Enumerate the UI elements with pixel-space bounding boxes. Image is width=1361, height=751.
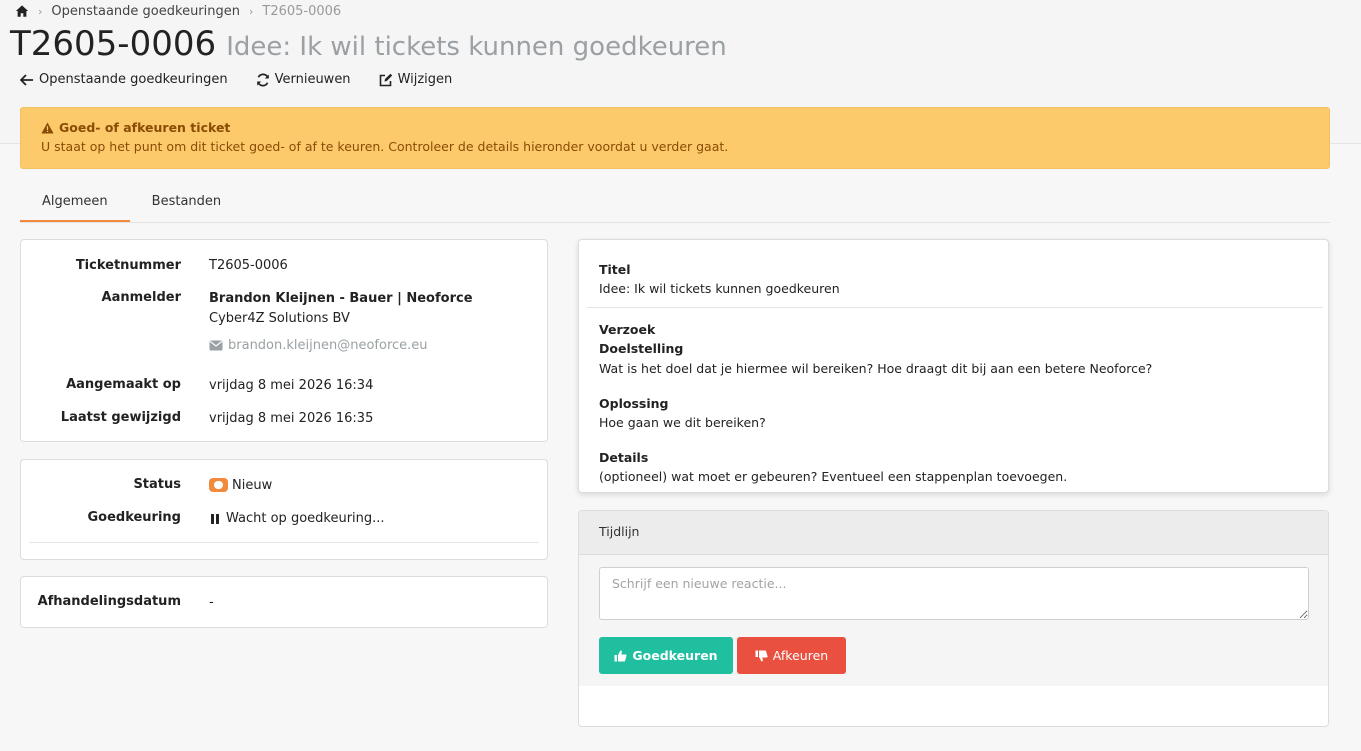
aanmelder-email-link[interactable]: brandon.kleijnen@neoforce.eu [209,338,428,353]
arrow-left-icon [20,73,33,86]
pause-icon [211,513,219,524]
titel-value: Idee: Ik wil tickets kunnen goedkeuren [599,281,840,296]
refresh-button-label: Vernieuwen [274,72,351,87]
ticketnummer-value: T2605-0006 [209,258,288,273]
afhandeling-value: - [209,595,214,610]
request-card: Titel Idee: Ik wil tickets kunnen goedke… [578,239,1329,493]
home-icon[interactable] [15,4,29,18]
reaction-textarea[interactable] [599,567,1309,620]
aanmelder-name: Brandon Kleijnen - Bauer | Neoforce [209,291,473,306]
afhandeling-card: Afhandelingsdatum - [20,576,548,628]
aanmelder-company: Cyber4Z Solutions BV [209,311,350,326]
approve-button-label: Goedkeuren [632,648,718,663]
status-label: Status [133,477,181,492]
alert-title: Goed- of afkeuren ticket [59,120,231,135]
breadcrumb: › Openstaande goedkeuringen › T2605-0006 [15,3,341,19]
ticket-title-subtitle: Idee: Ik wil tickets kunnen goedkeuren [226,32,727,62]
oplossing-label: Oplossing [599,396,669,411]
aangemaakt-label: Aangemaakt op [66,377,181,392]
ticketnummer-label: Ticketnummer [75,258,181,273]
details-value: (optioneel) wat moet er gebeuren? Eventu… [599,469,1068,484]
status-toggle-icon [209,477,228,492]
aanmelder-label: Aanmelder [101,290,181,305]
envelope-icon [209,340,223,351]
goedkeuring-value: Wacht op goedkeuring... [209,511,385,526]
ticket-details-card: Ticketnummer T2605-0006 Aanmelder Brando… [20,239,548,442]
afhandeling-label: Afhandelingsdatum [37,594,181,609]
verzoek-label: Verzoek [599,322,656,337]
approve-button[interactable]: Goedkeuren [599,637,733,674]
status-card: Status Nieuw Goedkeuring Wacht op goedke… [20,459,548,560]
oplossing-value: Hoe gaan we dit bereiken? [599,415,766,430]
aangemaakt-value: vrijdag 8 mei 2026 16:34 [209,378,374,393]
back-button[interactable]: Openstaande goedkeuringen [20,72,228,87]
page-title: T2605-0006 Idee: Ik wil tickets kunnen g… [10,24,727,64]
tab-bestanden[interactable]: Bestanden [130,186,243,222]
edit-icon [379,73,392,86]
tab-algemeen[interactable]: Algemeen [20,186,130,222]
action-bar: Openstaande goedkeuringen Vernieuwen Wij… [20,72,480,87]
thumbs-up-icon [614,650,628,661]
status-divider [29,542,539,543]
reject-button-label: Afkeuren [772,648,829,663]
titel-label: Titel [599,262,631,277]
alert-message: U staat op het punt om dit ticket goed- … [41,139,729,154]
aanmelder-email: brandon.kleijnen@neoforce.eu [228,338,428,353]
ticket-number-title: T2605-0006 [10,24,217,64]
details-label: Details [599,450,649,465]
gewijzigd-value: vrijdag 8 mei 2026 16:35 [209,411,374,426]
breadcrumb-current: T2605-0006 [262,3,342,19]
warning-alert: Goed- of afkeuren ticket U staat op het … [20,107,1330,169]
timeline-body: Goedkeuren Afkeuren [579,555,1328,686]
breadcrumb-parent[interactable]: Openstaande goedkeuringen [51,4,240,19]
gewijzigd-label: Laatst gewijzigd [60,410,181,425]
request-divider [587,307,1323,308]
edit-button-label: Wijzigen [397,72,453,87]
warning-triangle-icon [41,122,54,133]
goedkeuring-label: Goedkeuring [87,510,181,525]
edit-button[interactable]: Wijzigen [379,72,453,87]
doelstelling-label: Doelstelling [599,341,684,356]
timeline-header: Tijdlijn [579,511,1328,555]
tab-bar: Algemeen Bestanden [20,186,1330,223]
doelstelling-value: Wat is het doel dat je hiermee wil berei… [599,361,1153,376]
refresh-icon [256,73,269,86]
thumbs-down-icon [755,650,768,661]
status-text: Nieuw [232,478,273,493]
timeline-card: Tijdlijn Goedkeuren Afkeuren [578,510,1329,727]
status-value: Nieuw [209,477,273,493]
back-button-label: Openstaande goedkeuringen [39,72,228,87]
reject-button[interactable]: Afkeuren [737,637,846,674]
chevron-right-icon: › [249,4,254,18]
goedkeuring-text: Wacht op goedkeuring... [226,511,385,526]
refresh-button[interactable]: Vernieuwen [256,72,351,87]
chevron-right-icon: › [38,4,43,18]
